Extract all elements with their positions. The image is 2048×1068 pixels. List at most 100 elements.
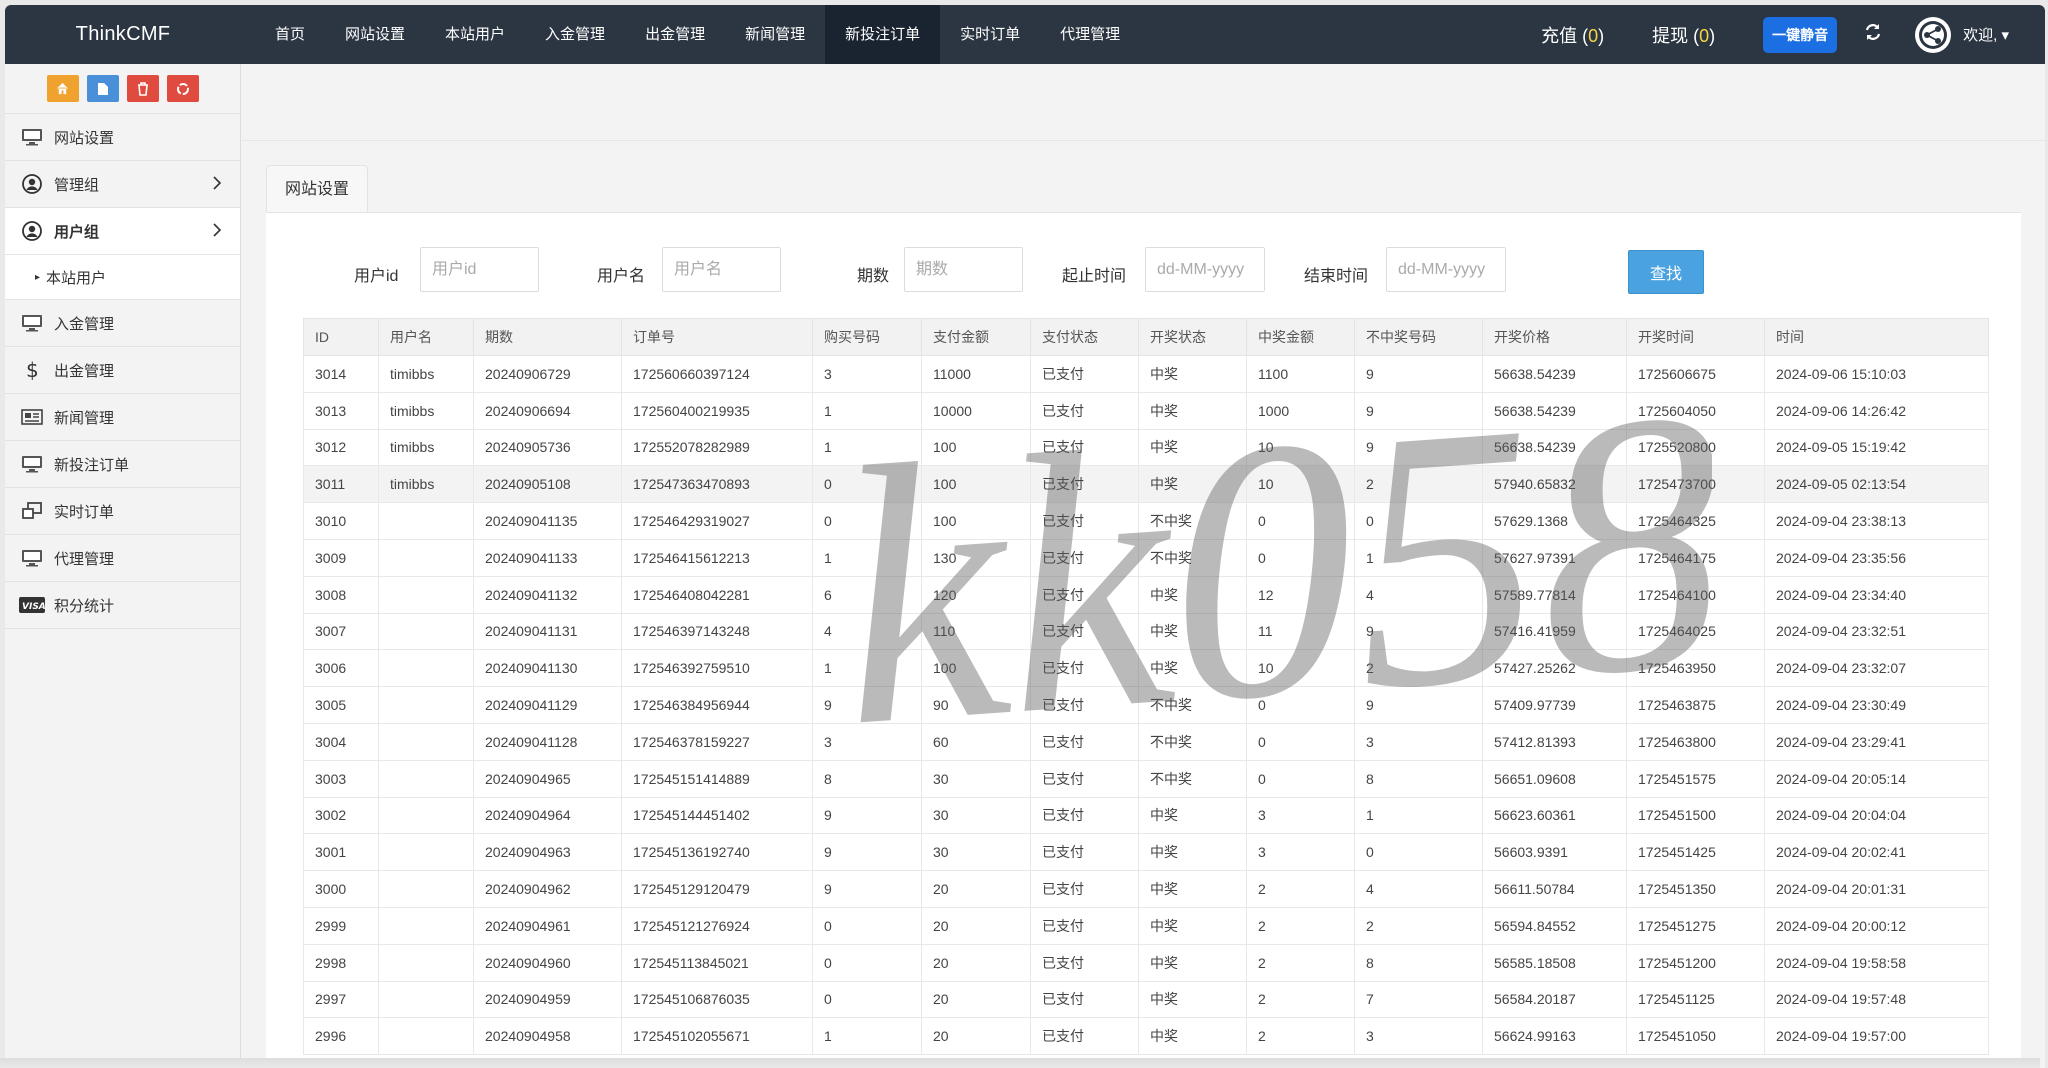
table-row[interactable]: 3003 20240904965 172545151414889 8 30 已支付 不中奖 0… <box>303 759 1989 798</box>
table-row[interactable]: 3006 202409041130 172546392759510 1 100 已支付 中奖… <box>303 649 1989 688</box>
avatar[interactable] <box>1915 16 1952 53</box>
period-input[interactable] <box>904 247 1023 292</box>
column-header[interactable]: 中奖金额 <box>1246 318 1355 356</box>
table-cell: 2024-09-04 23:30:49 <box>1764 686 1989 724</box>
column-header[interactable]: 期数 <box>473 318 622 356</box>
table-row[interactable]: 3013 timibbs 20240906694 172560400219935 1 10… <box>303 391 1989 430</box>
sidebar-subitem-3[interactable]: ▸ 本站用户 <box>5 255 240 300</box>
table-row[interactable]: 3014 timibbs 20240906729 172560660397124 3 11… <box>303 355 1989 393</box>
table-cell <box>378 980 474 1019</box>
mute-button[interactable]: 一键静音 <box>1763 16 1838 53</box>
column-header[interactable]: 开奖价格 <box>1482 318 1627 356</box>
table-cell: 已支付 <box>1030 980 1139 1019</box>
table-cell: 56594.84552 <box>1482 906 1627 945</box>
column-header[interactable]: 购买号码 <box>812 318 922 356</box>
column-header[interactable]: 用户名 <box>378 318 474 356</box>
column-header[interactable]: ID <box>303 318 379 356</box>
table-cell: 10 <box>1246 465 1355 504</box>
table-cell: 不中奖 <box>1138 538 1247 577</box>
column-header[interactable]: 开奖时间 <box>1626 318 1765 356</box>
withdraw-link[interactable]: 提现 (0) <box>1652 22 1715 48</box>
recycle-button[interactable] <box>166 75 199 102</box>
sidebar-item-5[interactable]: $ 出金管理 <box>5 347 240 394</box>
sidebar-item-7[interactable]: 新投注订单 <box>5 441 240 488</box>
end-date-input[interactable] <box>1386 247 1506 292</box>
column-header[interactable]: 不中奖号码 <box>1354 318 1483 356</box>
sidebar-item-4[interactable]: 入金管理 <box>5 300 240 347</box>
userid-input[interactable] <box>420 247 539 292</box>
nav-item-3[interactable]: 入金管理 <box>525 5 625 64</box>
table-cell: 56638.54239 <box>1482 428 1627 467</box>
table-cell: 已支付 <box>1030 1017 1139 1056</box>
table-row[interactable]: 3002 20240904964 172545144451402 9 30 已支付 中奖 3 1… <box>303 796 1989 835</box>
sidebar: 网站设置管理组用户组 ▸ 本站用户 入金管理 $ 出金管理新闻管理新投注订单 实时订单 代理管… <box>5 64 241 1068</box>
table-row[interactable]: 3012 timibbs 20240905736 172552078282989 1 10… <box>303 428 1989 467</box>
sidebar-item-8[interactable]: 实时订单 <box>5 488 240 535</box>
sidebar-item-2[interactable]: 用户组 <box>5 208 240 255</box>
sidebar-item-0[interactable]: 网站设置 <box>5 114 240 161</box>
table-row[interactable]: 3004 202409041128 172546378159227 3 60 已支付 不中奖… <box>303 722 1989 761</box>
nav-item-2[interactable]: 本站用户 <box>425 5 525 64</box>
column-header[interactable]: 时间 <box>1764 318 1989 356</box>
delete-button[interactable] <box>126 75 159 102</box>
table-row[interactable]: 3011 timibbs 20240905108 172547363470893 0 10… <box>303 465 1989 504</box>
sidebar-item-label: 新闻管理 <box>54 409 115 427</box>
document-button[interactable] <box>86 75 119 102</box>
column-header[interactable]: 支付金额 <box>921 318 1031 356</box>
table-cell: 9 <box>1354 686 1483 724</box>
table-row[interactable]: 2997 20240904959 172545106876035 0 20 已支付 中奖 2 7… <box>303 980 1989 1019</box>
nav-item-5[interactable]: 新闻管理 <box>725 5 825 64</box>
table-row[interactable]: 3005 202409041129 172546384956944 9 90 已支付 不中奖… <box>303 686 1989 724</box>
table-cell: 中奖 <box>1138 943 1247 982</box>
nav-item-0[interactable]: 首页 <box>255 5 325 64</box>
home-button[interactable] <box>46 75 79 102</box>
sidebar-item-10[interactable]: VISA 积分统计 <box>5 582 240 629</box>
sidebar-item-9[interactable]: 代理管理 <box>5 535 240 582</box>
brand-logo[interactable]: ThinkCMF <box>5 5 241 64</box>
table-cell: 172546378159227 <box>621 722 813 761</box>
column-header[interactable]: 订单号 <box>621 318 813 356</box>
nav-item-4[interactable]: 出金管理 <box>625 5 725 64</box>
tab-site-settings[interactable]: 网站设置 <box>266 165 369 212</box>
table-cell: 56638.54239 <box>1482 355 1627 393</box>
nav-item-6[interactable]: 新投注订单 <box>825 5 941 64</box>
refresh-icon[interactable] <box>1863 22 1883 47</box>
search-button[interactable]: 查找 <box>1628 250 1704 294</box>
table-row[interactable]: 2998 20240904960 172545113845021 0 20 已支付 中奖 2 8… <box>303 943 1989 982</box>
welcome-dropdown[interactable]: 欢迎, ▾ <box>1963 24 2009 45</box>
table-cell: 已支付 <box>1030 502 1139 540</box>
table-cell: 56623.60361 <box>1482 796 1627 835</box>
table-cell: 1725604050 <box>1626 391 1765 430</box>
nav-item-1[interactable]: 网站设置 <box>325 5 425 64</box>
table-row[interactable]: 3008 202409041132 172546408042281 6 120 已支付 中奖… <box>303 575 1989 614</box>
table-row[interactable]: 3001 20240904963 172545136192740 9 30 已支付 中奖 3 0… <box>303 833 1989 872</box>
table-row[interactable]: 3010 202409041135 172546429319027 0 100 已支付 不中… <box>303 502 1989 540</box>
nav-item-7[interactable]: 实时订单 <box>940 5 1040 64</box>
table-cell: 7 <box>1354 980 1483 1019</box>
table-cell: 1 <box>812 391 922 430</box>
nav-item-8[interactable]: 代理管理 <box>1040 5 1140 64</box>
start-date-input[interactable] <box>1145 247 1265 292</box>
sidebar-item-label: 用户组 <box>54 223 100 241</box>
table-row[interactable]: 3009 202409041133 172546415612213 1 130 已支付 不中… <box>303 538 1989 577</box>
recharge-link[interactable]: 充值 (0) <box>1541 22 1604 48</box>
column-header[interactable]: 支付状态 <box>1030 318 1139 356</box>
sidebar-item-6[interactable]: 新闻管理 <box>5 394 240 441</box>
sidebar-item-label: 管理组 <box>54 176 100 194</box>
table-cell: 6 <box>812 575 922 614</box>
table-row[interactable]: 3000 20240904962 172545129120479 9 20 已支付 中奖 2 4… <box>303 870 1989 908</box>
table-cell: 20240904965 <box>473 759 622 798</box>
top-right-area: 充值 (0) 提现 (0) 一键静音 欢迎, ▾ <box>1541 5 2045 64</box>
table-cell <box>378 943 474 982</box>
table-cell: 56611.50784 <box>1482 870 1627 908</box>
table-cell <box>378 833 474 872</box>
table-row[interactable]: 3007 202409041131 172546397143248 4 110 已支付 中奖… <box>303 612 1989 651</box>
table-row[interactable]: 2996 20240904958 172545102055671 1 20 已支付 中奖 2 3… <box>303 1017 1989 1056</box>
table-cell: 中奖 <box>1138 649 1247 688</box>
table-cell: 100 <box>921 428 1031 467</box>
sidebar-item-1[interactable]: 管理组 <box>5 161 240 208</box>
table-cell: timibbs <box>378 428 474 467</box>
column-header[interactable]: 开奖状态 <box>1138 318 1247 356</box>
table-row[interactable]: 2999 20240904961 172545121276924 0 20 已支付 中奖 2 2… <box>303 906 1989 945</box>
username-input[interactable] <box>662 247 781 292</box>
